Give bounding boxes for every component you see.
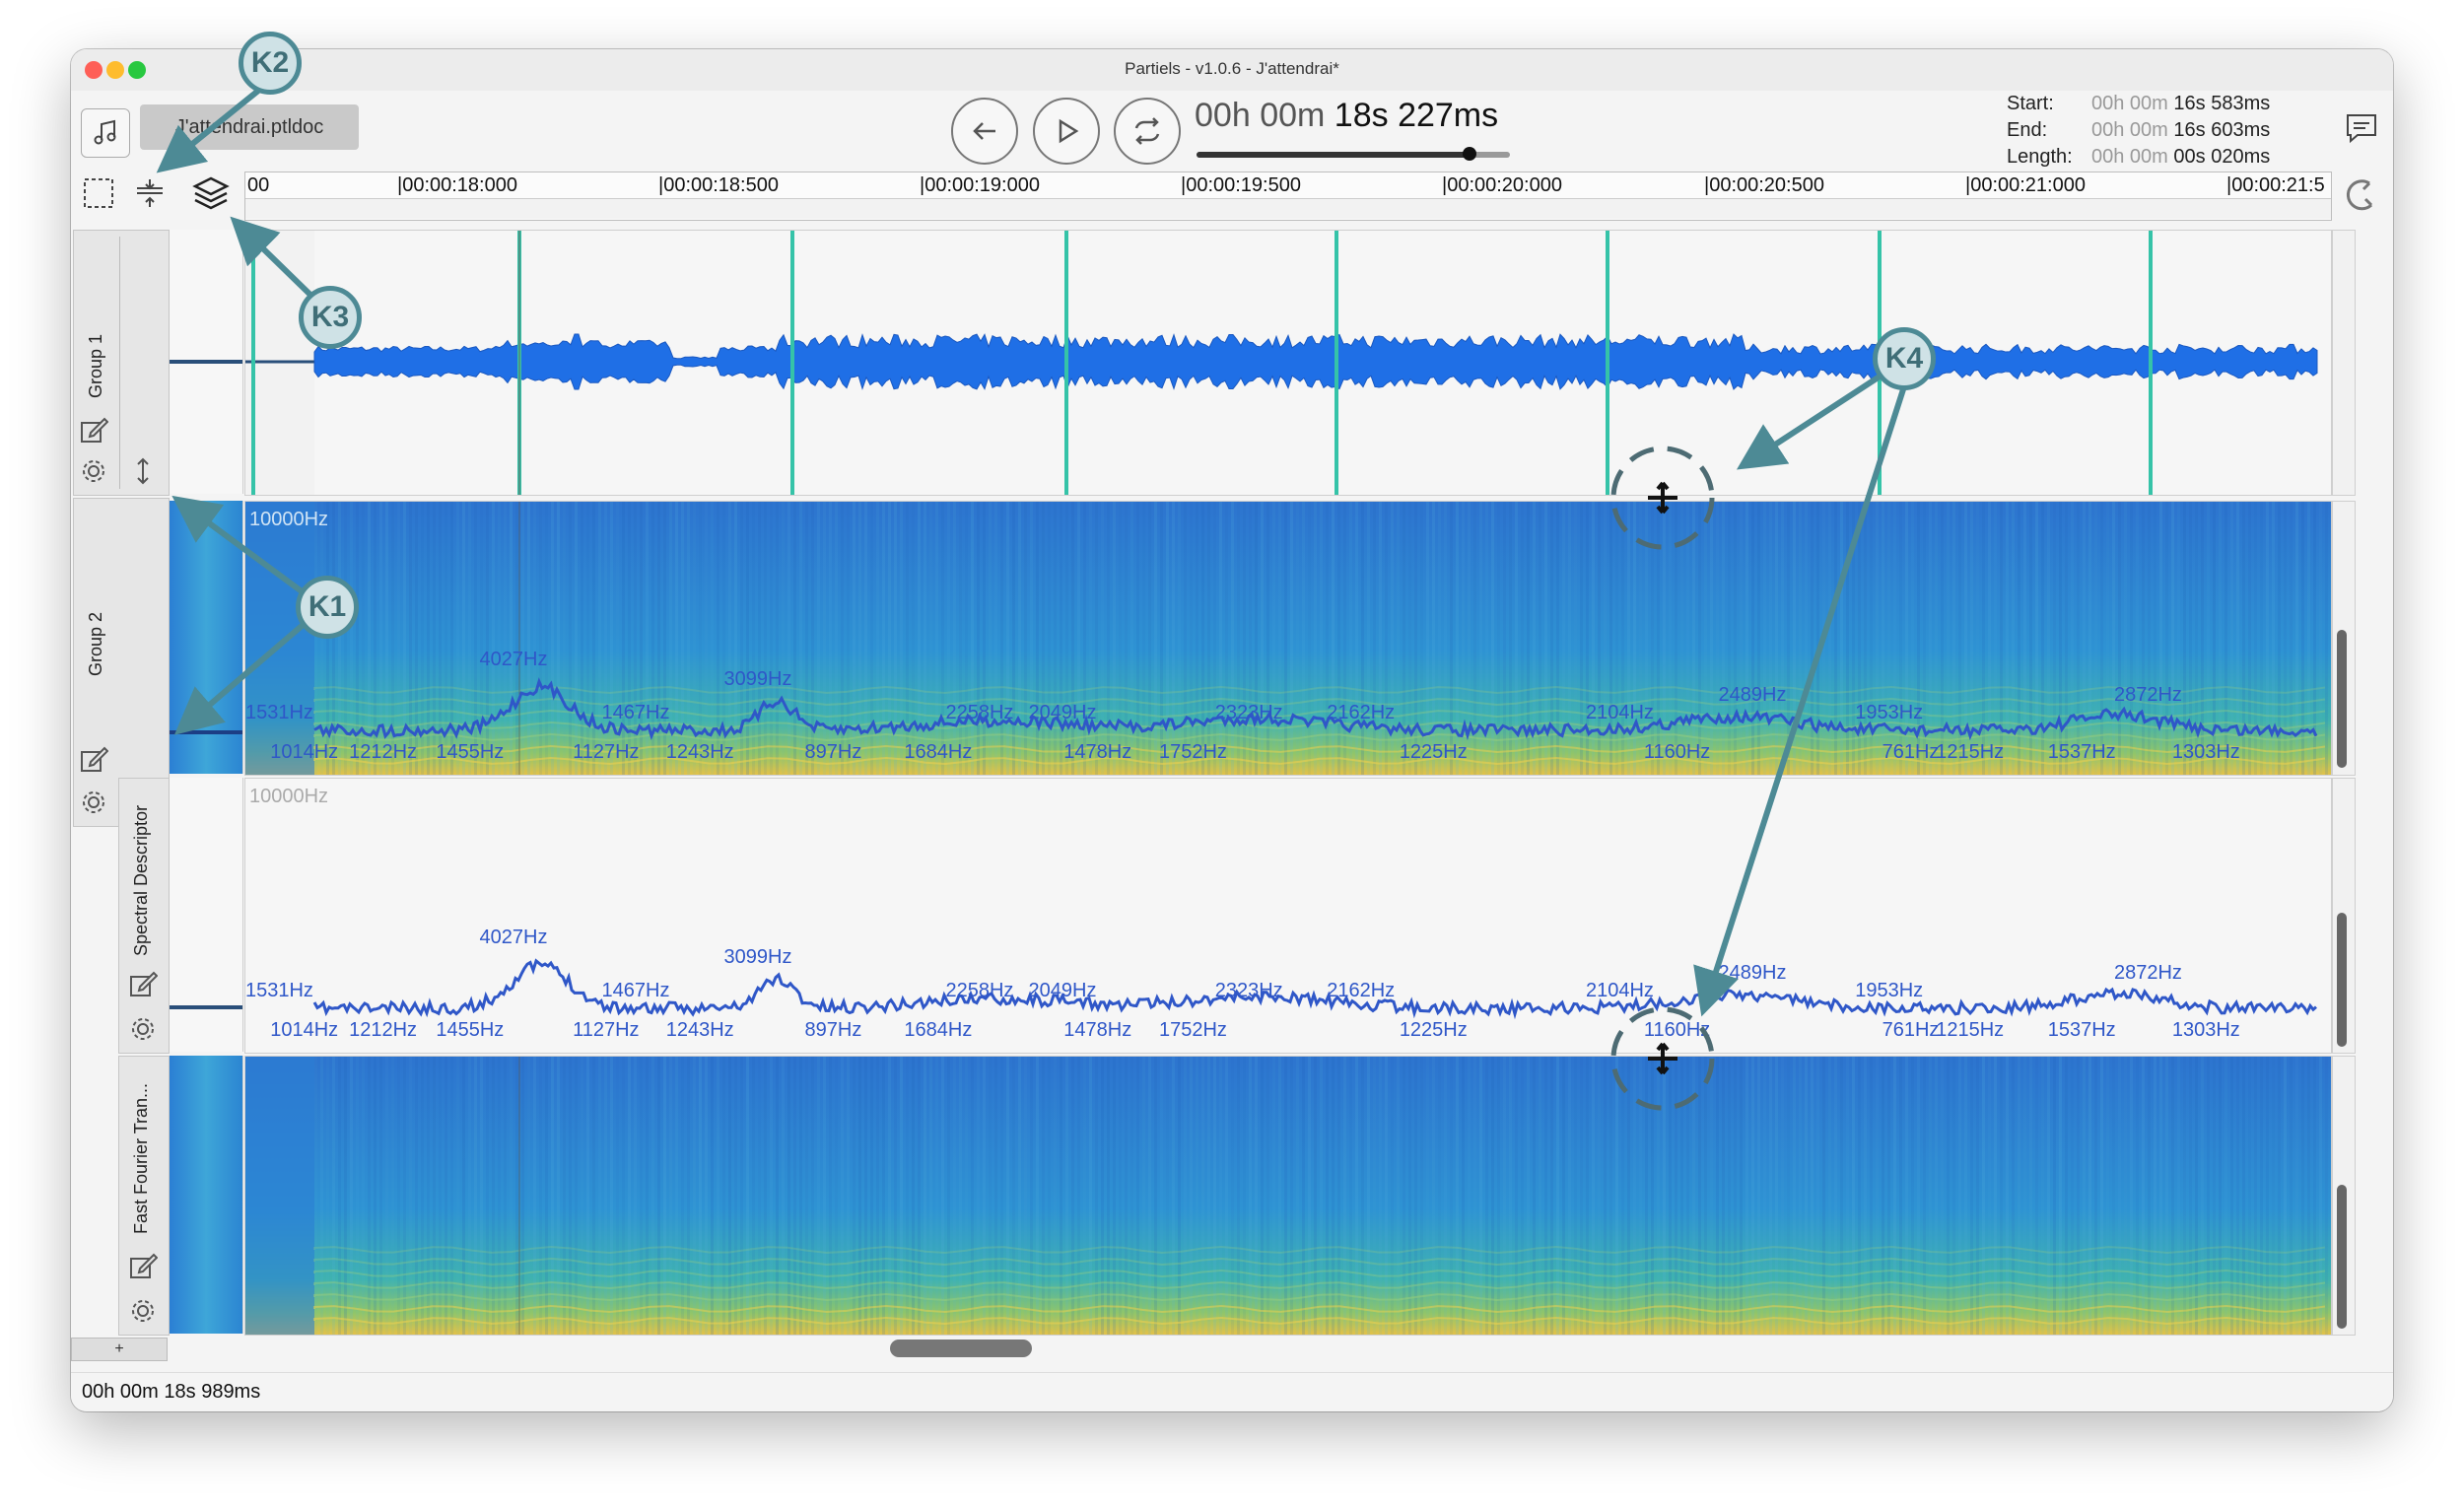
callout-k3: K3 xyxy=(299,286,362,349)
callout-k4: K4 xyxy=(1873,327,1936,390)
callout-k2: K2 xyxy=(239,32,302,95)
callout-k1: K1 xyxy=(296,576,359,639)
annotation-arrows xyxy=(156,88,1907,1017)
